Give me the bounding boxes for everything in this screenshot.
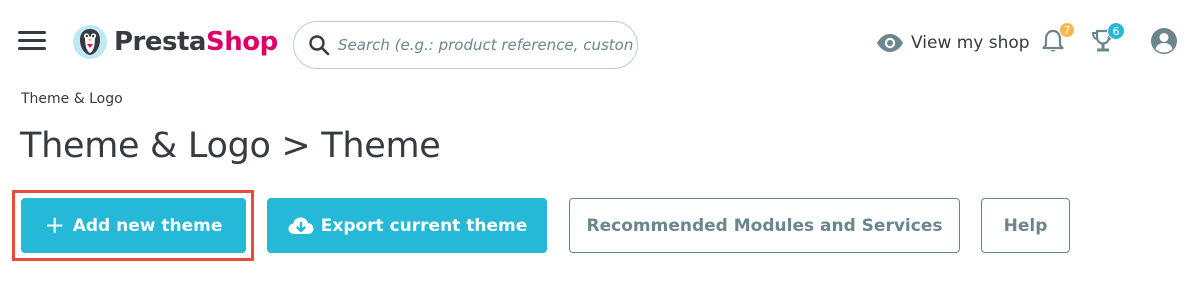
search-icon[interactable] [308, 34, 330, 56]
export-current-theme-label: Export current theme [320, 215, 528, 236]
menu-icon[interactable] [16, 28, 48, 54]
prestashop-logo-icon [73, 25, 107, 59]
cloud-download-icon [288, 217, 314, 234]
view-my-shop-label: View my shop [911, 33, 1030, 53]
notifications-badge: 7 [1059, 22, 1075, 38]
help-label: Help [1003, 215, 1048, 236]
breadcrumb[interactable]: Theme & Logo [21, 91, 123, 107]
achievements-badge: 6 [1107, 22, 1125, 40]
logo-presta: Presta [114, 27, 206, 57]
search-bar [293, 21, 638, 69]
export-current-theme-button[interactable]: Export current theme [267, 198, 547, 253]
add-new-theme-button[interactable]: + Add new theme [21, 198, 246, 253]
page-title: Theme & Logo > Theme [20, 126, 441, 166]
recommended-modules-button[interactable]: Recommended Modules and Services [569, 198, 960, 253]
view-my-shop-link[interactable]: View my shop [876, 28, 1030, 58]
logo-text: PrestaShop [114, 27, 278, 57]
plus-icon: + [44, 210, 65, 239]
achievements-button[interactable]: 6 [1090, 22, 1125, 58]
logo-shop: Shop [205, 27, 278, 57]
eye-icon [877, 34, 903, 52]
recommended-modules-label: Recommended Modules and Services [586, 215, 943, 236]
top-navbar: PrestaShop View my shop 7 6 [0, 0, 1200, 86]
user-avatar-icon[interactable] [1150, 27, 1178, 55]
add-new-theme-label: Add new theme [72, 215, 223, 236]
search-input[interactable] [338, 22, 634, 68]
notifications-button[interactable]: 7 [1041, 22, 1075, 58]
prestashop-logo[interactable]: PrestaShop [72, 20, 278, 64]
help-button[interactable]: Help [981, 198, 1070, 253]
